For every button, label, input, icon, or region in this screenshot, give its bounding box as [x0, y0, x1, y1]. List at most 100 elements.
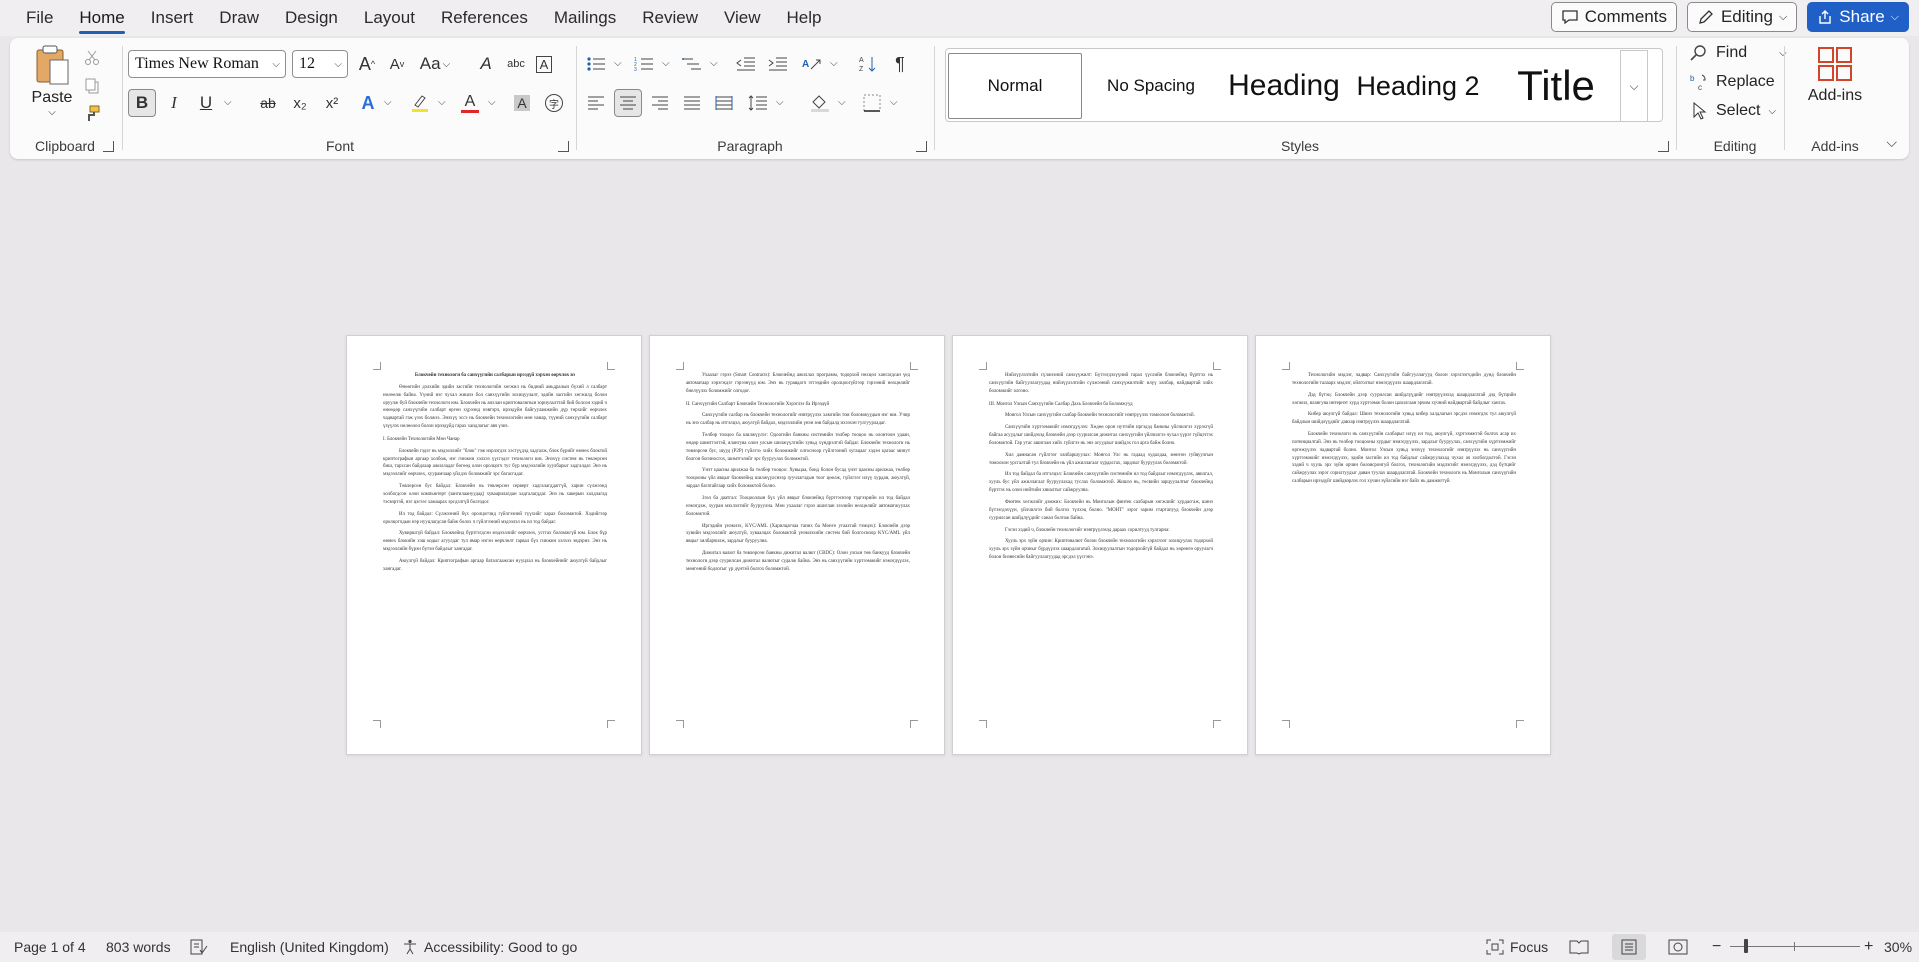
- font-dialog-launcher[interactable]: [558, 141, 569, 152]
- sort-button[interactable]: AZ: [855, 50, 883, 78]
- highlighter-icon: [412, 95, 428, 112]
- chevron-down-icon[interactable]: ⌵: [662, 58, 670, 69]
- clear-formatting-button[interactable]: A: [472, 50, 500, 78]
- enclose-characters-button[interactable]: 字: [540, 89, 568, 117]
- character-shading-button[interactable]: A: [508, 89, 536, 117]
- print-layout-button[interactable]: [1612, 934, 1646, 960]
- tab-mailings[interactable]: Mailings: [541, 0, 629, 36]
- word-count[interactable]: 803 words: [106, 939, 171, 955]
- chevron-down-icon[interactable]: ⌵: [488, 97, 496, 108]
- add-ins-button[interactable]: Add-ins: [1805, 46, 1865, 105]
- multilevel-list-button[interactable]: [678, 50, 706, 78]
- zoom-slider-thumb[interactable]: [1744, 939, 1748, 953]
- document-page-4[interactable]: Технологийн мэдлэг, чадвар: Санхүүгийн б…: [1255, 335, 1551, 755]
- share-button[interactable]: Share ⌵: [1807, 2, 1909, 32]
- highlight-button[interactable]: [406, 89, 434, 117]
- format-painter-button[interactable]: [78, 100, 106, 128]
- paste-button[interactable]: Paste ⌵: [28, 44, 76, 130]
- chevron-down-icon[interactable]: ⌵: [776, 97, 784, 108]
- shrink-font-button[interactable]: Av: [383, 50, 411, 78]
- proofing-button[interactable]: [190, 939, 208, 955]
- collapse-ribbon-button[interactable]: ⌵: [1886, 134, 1897, 151]
- tab-references[interactable]: References: [428, 0, 541, 36]
- style-title[interactable]: Title: [1486, 53, 1626, 119]
- web-layout-button[interactable]: [1668, 939, 1688, 955]
- superscript-button[interactable]: x²: [318, 89, 346, 117]
- italic-button[interactable]: I: [160, 89, 188, 117]
- increase-indent-button[interactable]: [764, 50, 792, 78]
- text-direction-button[interactable]: A: [798, 50, 826, 78]
- style-heading[interactable]: Heading: [1218, 53, 1350, 119]
- clipboard-dialog-launcher[interactable]: [103, 141, 114, 152]
- tab-view[interactable]: View: [711, 0, 774, 36]
- svg-text:c: c: [1698, 83, 1702, 91]
- read-mode-button[interactable]: [1569, 939, 1589, 955]
- find-button[interactable]: Find ⌵: [1690, 44, 1787, 62]
- style-no-spacing[interactable]: No Spacing: [1086, 53, 1216, 119]
- chevron-down-icon[interactable]: ⌵: [890, 97, 898, 108]
- strikethrough-button[interactable]: ab: [254, 89, 282, 117]
- zoom-in-button[interactable]: +: [1864, 938, 1873, 956]
- font-name-select[interactable]: Times New Roman ⌵: [128, 50, 286, 78]
- chevron-down-icon[interactable]: ⌵: [830, 58, 838, 69]
- zoom-level[interactable]: 30%: [1884, 939, 1912, 955]
- show-formatting-marks-button[interactable]: ¶: [886, 50, 914, 78]
- decrease-indent-button[interactable]: [732, 50, 760, 78]
- tab-help[interactable]: Help: [774, 0, 835, 36]
- document-page-2[interactable]: Ухаалаг гэрээ (Smart Contracts): Блокчей…: [649, 335, 945, 755]
- format-painter-icon: [88, 105, 100, 121]
- chevron-down-icon[interactable]: ⌵: [710, 58, 718, 69]
- justify-button[interactable]: [678, 89, 706, 117]
- borders-button[interactable]: [858, 89, 886, 117]
- document-page-1[interactable]: Блокчейн технологи ба санхүүгийн салбары…: [346, 335, 642, 755]
- subscript-button[interactable]: x₂: [286, 89, 314, 117]
- chevron-down-icon[interactable]: ⌵: [224, 97, 232, 108]
- tab-layout[interactable]: Layout: [351, 0, 428, 36]
- font-size-select[interactable]: 12 ⌵: [292, 50, 348, 78]
- language-indicator[interactable]: English (United Kingdom): [230, 939, 389, 955]
- document-page-3[interactable]: Нийлүүлэлтийн сүлжээний санхүүжилт: Бүтэ…: [952, 335, 1248, 755]
- chevron-down-icon[interactable]: ⌵: [438, 97, 446, 108]
- style-heading-2[interactable]: Heading 2: [1350, 53, 1486, 119]
- character-border-button[interactable]: A: [530, 50, 558, 78]
- zoom-slider[interactable]: [1730, 939, 1860, 953]
- change-case-button[interactable]: Aa ⌵: [418, 50, 452, 78]
- tab-home[interactable]: Home: [66, 0, 137, 36]
- style-normal[interactable]: Normal: [948, 53, 1082, 119]
- align-left-button[interactable]: [582, 89, 610, 117]
- tab-review[interactable]: Review: [629, 0, 711, 36]
- numbering-button[interactable]: 123: [630, 50, 658, 78]
- tab-draw[interactable]: Draw: [206, 0, 272, 36]
- phonetic-guide-button[interactable]: abc: [502, 50, 530, 78]
- accessibility-checker[interactable]: Accessibility: Good to go: [402, 939, 577, 955]
- underline-button[interactable]: U: [192, 89, 220, 117]
- editing-mode-button[interactable]: Editing ⌵: [1686, 2, 1798, 32]
- chevron-down-icon[interactable]: ⌵: [614, 58, 622, 69]
- bullets-button[interactable]: [582, 50, 610, 78]
- focus-button[interactable]: Focus: [1486, 939, 1548, 955]
- bold-button[interactable]: B: [128, 89, 156, 117]
- align-center-button[interactable]: [614, 89, 642, 117]
- chevron-down-icon[interactable]: ⌵: [838, 97, 846, 108]
- shading-button[interactable]: [806, 89, 834, 117]
- select-button[interactable]: Select ⌵: [1690, 102, 1776, 120]
- tab-design[interactable]: Design: [272, 0, 351, 36]
- page-count[interactable]: Page 1 of 4: [14, 939, 86, 955]
- line-spacing-button[interactable]: [744, 89, 772, 117]
- zoom-out-button[interactable]: −: [1712, 938, 1721, 956]
- cut-button[interactable]: [78, 44, 106, 72]
- chevron-down-icon[interactable]: ⌵: [384, 97, 392, 108]
- distributed-button[interactable]: [710, 89, 738, 117]
- tab-insert[interactable]: Insert: [138, 0, 207, 36]
- font-color-button[interactable]: A: [456, 89, 484, 117]
- text-effects-button[interactable]: A: [354, 89, 382, 117]
- comments-button[interactable]: Comments: [1550, 2, 1677, 32]
- replace-button[interactable]: bc Replace: [1690, 73, 1775, 91]
- styles-more-button[interactable]: ⌵: [1620, 50, 1648, 122]
- paragraph-dialog-launcher[interactable]: [916, 141, 927, 152]
- styles-dialog-launcher[interactable]: [1658, 141, 1669, 152]
- copy-button[interactable]: [78, 72, 106, 100]
- tab-file[interactable]: File: [0, 0, 66, 36]
- grow-font-button[interactable]: A ^: [353, 50, 381, 78]
- align-right-button[interactable]: [646, 89, 674, 117]
